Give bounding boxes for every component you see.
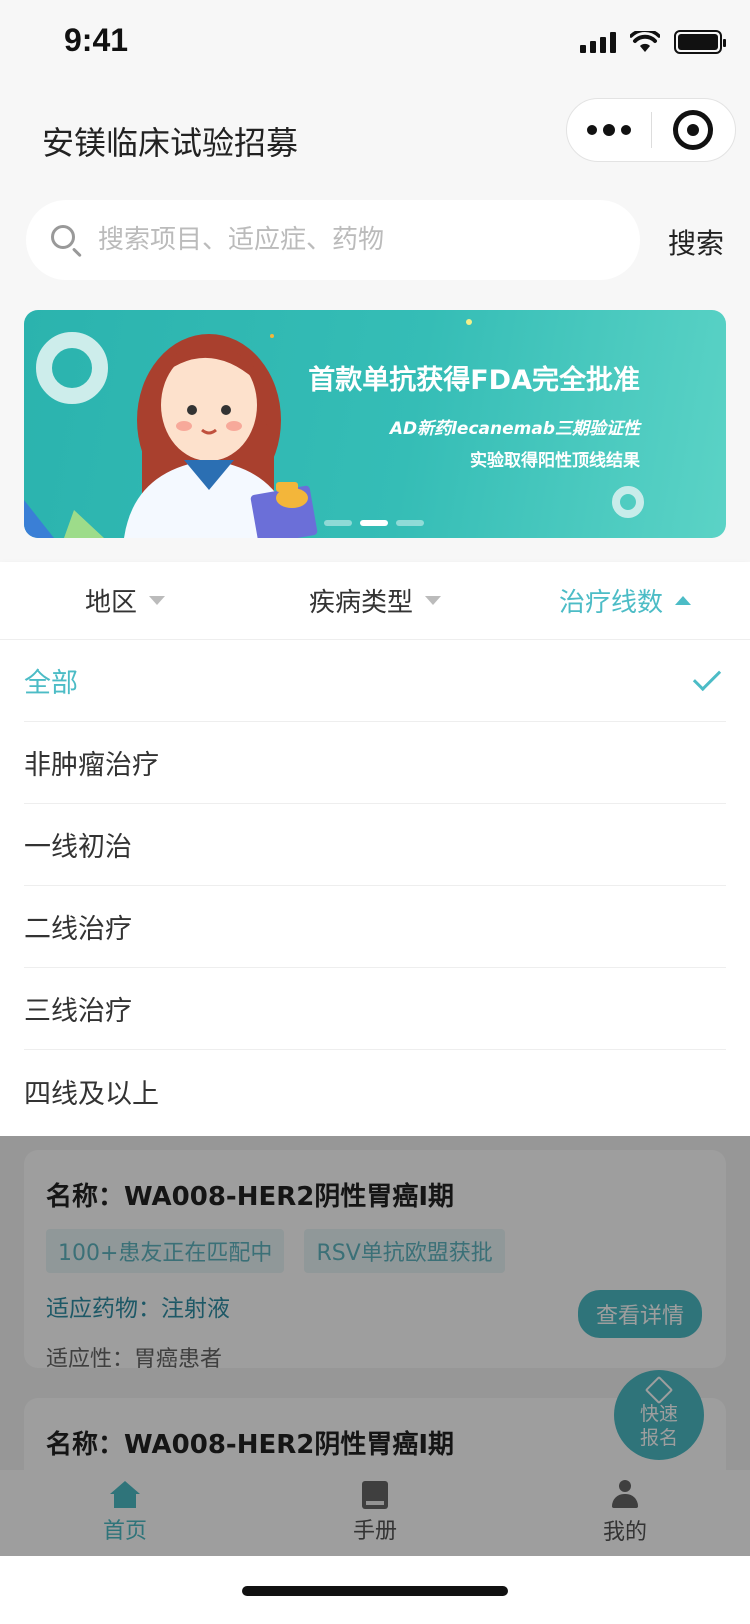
carousel-dot bbox=[396, 520, 424, 526]
wifi-icon bbox=[630, 31, 660, 52]
search-icon bbox=[46, 220, 86, 260]
filter-label: 治疗线数 bbox=[558, 588, 663, 618]
dropdown-option-all[interactable]: 全部 bbox=[24, 640, 726, 722]
filter-label: 疾病类型 bbox=[308, 588, 413, 618]
banner-subtitle-2: 实验取得阳性顶线结果 bbox=[470, 451, 640, 471]
close-miniprogram-button[interactable] bbox=[652, 110, 736, 150]
check-icon bbox=[692, 662, 722, 691]
search-input[interactable] bbox=[98, 225, 598, 255]
status-icons bbox=[580, 30, 726, 54]
home-indicator[interactable] bbox=[242, 1586, 508, 1596]
page-title: 安镁临床试验招募 bbox=[42, 124, 299, 162]
caret-down-icon bbox=[149, 596, 165, 605]
miniprogram-capsule bbox=[566, 98, 736, 162]
treatment-line-dropdown: 全部 非肿瘤治疗 一线初治 二线治疗 三线治疗 四线及以上 bbox=[0, 640, 750, 1136]
dropdown-option[interactable]: 二线治疗 bbox=[24, 886, 726, 968]
caret-up-icon bbox=[675, 596, 691, 605]
carousel-indicator bbox=[324, 520, 424, 526]
carousel-dot bbox=[324, 520, 352, 526]
option-label: 一线初治 bbox=[24, 832, 132, 863]
dropdown-option[interactable]: 三线治疗 bbox=[24, 968, 726, 1050]
dropdown-overlay-mask[interactable] bbox=[0, 1136, 750, 1556]
status-time: 9:41 bbox=[64, 22, 129, 58]
filter-label: 地区 bbox=[84, 588, 137, 618]
carousel-dot-active bbox=[360, 520, 388, 526]
dropdown-option[interactable]: 一线初治 bbox=[24, 804, 726, 886]
status-bar: 9:41 bbox=[0, 0, 750, 88]
filter-treatment-line[interactable]: 治疗线数 bbox=[500, 562, 750, 639]
option-label: 三线治疗 bbox=[24, 996, 132, 1027]
banner-carousel[interactable]: 首款单抗获得FDA完全批准 AD新药lecanemab三期验证性 实验取得阳性顶… bbox=[24, 310, 726, 538]
more-icon[interactable] bbox=[567, 124, 651, 136]
caret-down-icon bbox=[425, 596, 441, 605]
cellular-signal-icon bbox=[580, 31, 616, 53]
search-button[interactable]: 搜索 bbox=[668, 222, 724, 262]
option-label: 二线治疗 bbox=[24, 914, 132, 945]
search-box[interactable] bbox=[26, 200, 640, 280]
dropdown-option[interactable]: 四线及以上 bbox=[24, 1050, 726, 1132]
banner-title: 首款单抗获得FDA完全批准 bbox=[308, 365, 640, 396]
home-indicator-area bbox=[0, 1556, 750, 1624]
option-label: 全部 bbox=[24, 668, 78, 699]
battery-icon bbox=[674, 30, 726, 54]
filter-bar: 地区 疾病类型 治疗线数 bbox=[0, 562, 750, 640]
dropdown-option[interactable]: 非肿瘤治疗 bbox=[24, 722, 726, 804]
banner-subtitle-1: AD新药lecanemab三期验证性 bbox=[389, 419, 640, 439]
filter-disease-type[interactable]: 疾病类型 bbox=[250, 562, 500, 639]
target-icon bbox=[673, 110, 714, 150]
option-label: 非肿瘤治疗 bbox=[24, 750, 159, 781]
filter-region[interactable]: 地区 bbox=[0, 562, 250, 639]
option-label: 四线及以上 bbox=[24, 1078, 159, 1110]
